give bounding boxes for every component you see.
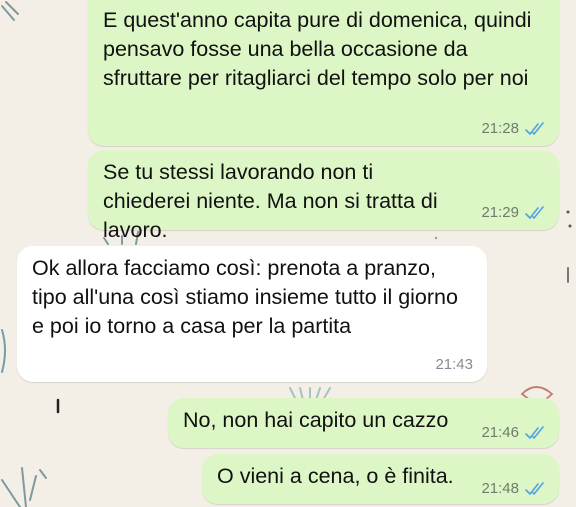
message-bubble-outgoing[interactable]: O vieni a cena, o è finita. 21:48 (202, 454, 559, 504)
message-time: 21:43 (435, 356, 473, 373)
message-bubble-incoming[interactable]: Ok allora facciamo così: prenota a pranz… (17, 246, 487, 382)
double-check-read-icon (525, 426, 544, 439)
message-time: 21:46 (481, 424, 519, 441)
double-check-read-icon (525, 482, 544, 495)
message-meta: 21:43 (435, 357, 473, 373)
message-time: 21:48 (481, 480, 519, 497)
message-bubble-outgoing[interactable]: Se tu stessi lavorando non ti chiederei … (88, 150, 559, 242)
message-bubble-outgoing[interactable]: E quest'anno capita pure di domenica, qu… (88, 0, 559, 146)
message-time: 21:29 (481, 204, 519, 221)
double-check-read-icon (525, 122, 544, 135)
message-meta: 21:46 (481, 425, 547, 441)
double-check-read-icon (525, 206, 544, 219)
message-meta: 21:29 (481, 205, 547, 221)
message-text: Ok allora facciamo così: prenota a pranz… (32, 256, 458, 338)
message-text: Se tu stessi lavorando non ti chiederei … (103, 160, 438, 242)
message-text: E quest'anno capita pure di domenica, qu… (103, 8, 532, 90)
message-time: 21:28 (481, 120, 519, 137)
message-meta: 21:48 (481, 481, 547, 497)
message-meta: 21:28 (481, 121, 547, 137)
message-bubble-outgoing[interactable]: No, non hai capito un cazzo 21:46 (168, 398, 559, 448)
